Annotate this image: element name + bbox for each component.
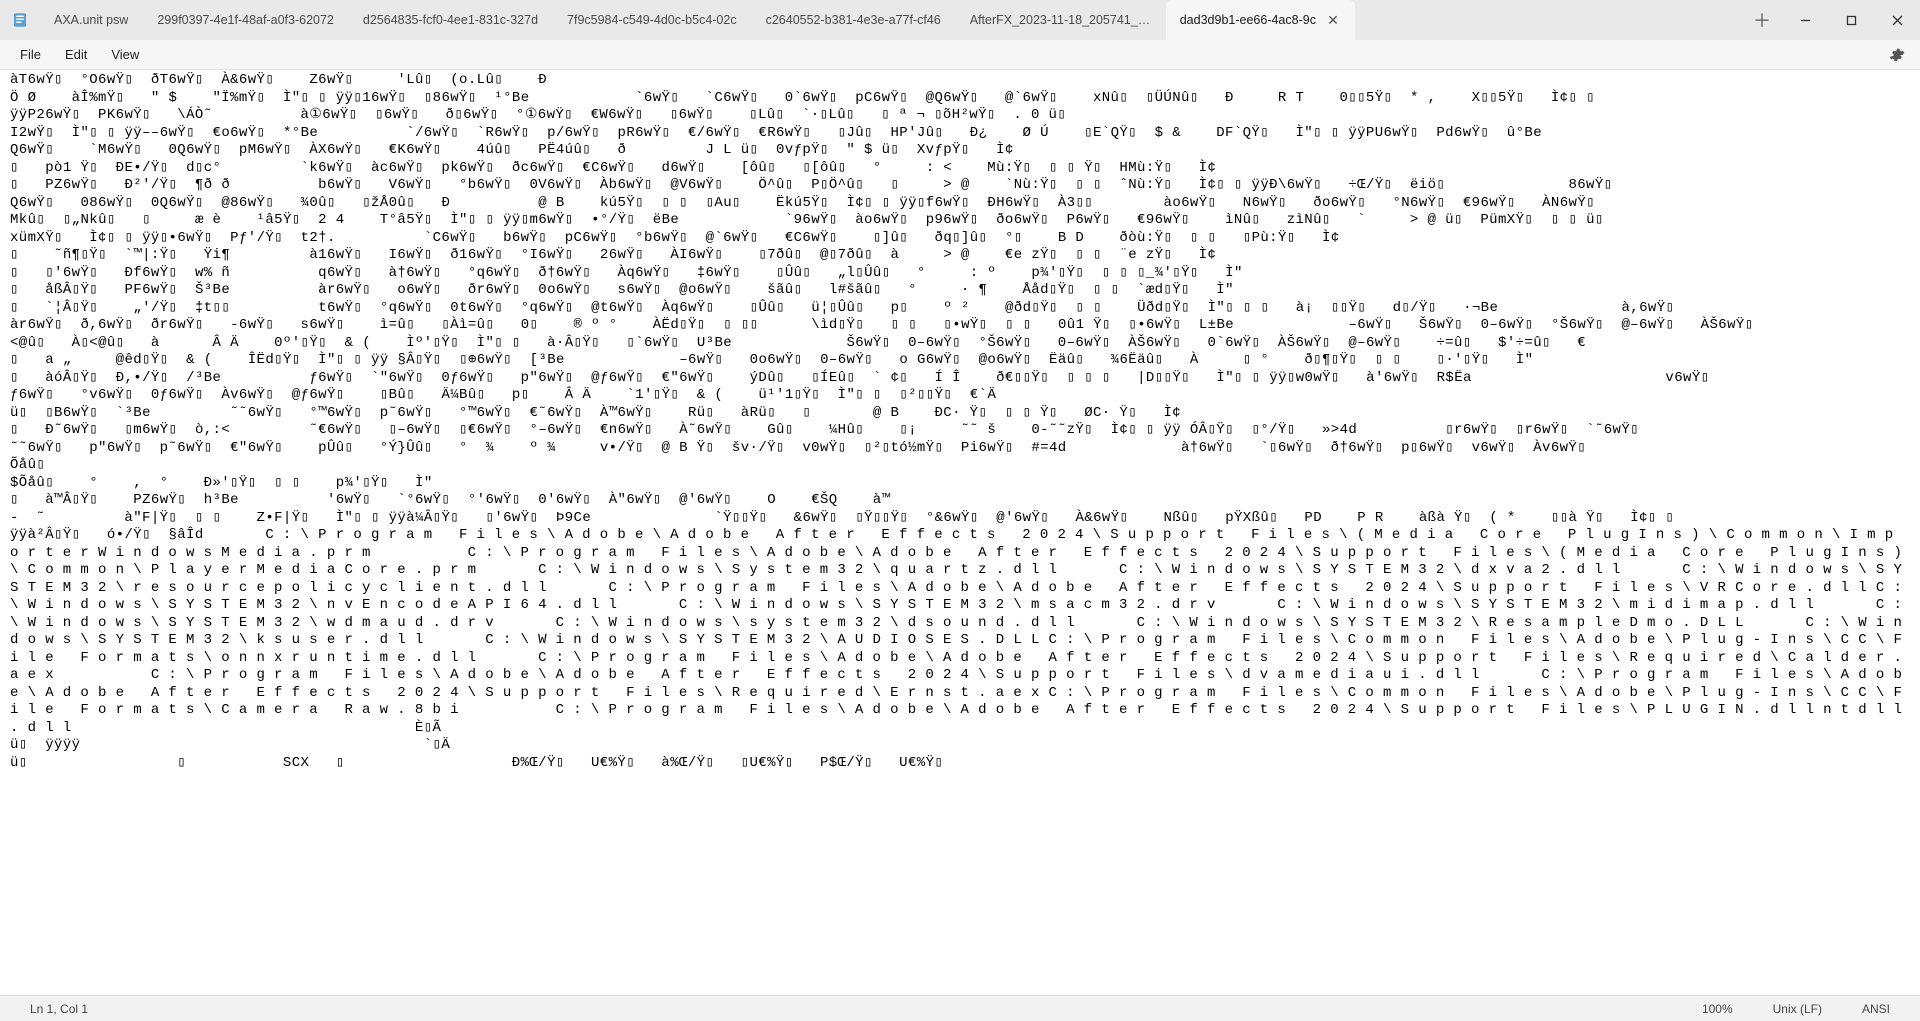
status-zoom[interactable]: 100%	[1682, 1002, 1753, 1016]
tab-4[interactable]: c2640552-b381-4e3e-a77f-cf46	[752, 0, 956, 40]
tab-3[interactable]: 7f9c5984-c549-4d0c-b5c4-02c	[553, 0, 752, 40]
tab-label: AfterFX_2023-11-18_205741_TYR	[970, 13, 1151, 27]
tab-label: AXA.unit psw	[54, 13, 128, 27]
tab-6[interactable]: dad3d9b1-ee66-4ac8-9c ✕	[1166, 0, 1355, 40]
titlebar: AXA.unit psw 299f0397-4e1f-48af-a0f3-620…	[0, 0, 1920, 40]
gear-icon	[1889, 47, 1905, 63]
app-icon	[0, 0, 40, 40]
settings-button[interactable]	[1882, 47, 1912, 63]
menu-edit[interactable]: Edit	[53, 43, 99, 66]
minimize-button[interactable]	[1782, 0, 1828, 40]
statusbar: Ln 1, Col 1 100% Unix (LF) ANSI	[0, 995, 1920, 1021]
tab-5[interactable]: AfterFX_2023-11-18_205741_TYR	[956, 0, 1166, 40]
close-icon[interactable]: ✕	[1326, 13, 1340, 27]
status-encoding[interactable]: ANSI	[1842, 1002, 1910, 1016]
tab-1[interactable]: 299f0397-4e1f-48af-a0f3-62072	[143, 0, 349, 40]
status-line-ending[interactable]: Unix (LF)	[1753, 1002, 1842, 1016]
tab-0[interactable]: AXA.unit psw	[40, 0, 143, 40]
status-position[interactable]: Ln 1, Col 1	[10, 1002, 108, 1016]
close-window-button[interactable]	[1874, 0, 1920, 40]
tab-label: 299f0397-4e1f-48af-a0f3-62072	[157, 13, 334, 27]
menubar: File Edit View	[0, 40, 1920, 70]
window-controls	[1782, 0, 1920, 40]
tab-strip: AXA.unit psw 299f0397-4e1f-48af-a0f3-620…	[40, 0, 1742, 40]
editor-content[interactable]: àT6wŸ▯ °O6wŸ▯ ðT6wŸ▯ À&6wŸ▯ Z6wŸ▯ 'Lû▯ (…	[0, 70, 1920, 778]
menu-view[interactable]: View	[99, 43, 151, 66]
new-tab-button[interactable]: ＋	[1742, 0, 1782, 40]
editor-viewport[interactable]: àT6wŸ▯ °O6wŸ▯ ðT6wŸ▯ À&6wŸ▯ Z6wŸ▯ 'Lû▯ (…	[0, 70, 1920, 995]
tab-label: 7f9c5984-c549-4d0c-b5c4-02c	[567, 13, 737, 27]
maximize-button[interactable]	[1828, 0, 1874, 40]
tab-label: dad3d9b1-ee66-4ac8-9c	[1180, 13, 1316, 27]
tab-label: c2640552-b381-4e3e-a77f-cf46	[766, 13, 941, 27]
menu-file[interactable]: File	[8, 43, 53, 66]
tab-label: d2564835-fcf0-4ee1-831c-327d	[363, 13, 538, 27]
tab-2[interactable]: d2564835-fcf0-4ee1-831c-327d	[349, 0, 553, 40]
